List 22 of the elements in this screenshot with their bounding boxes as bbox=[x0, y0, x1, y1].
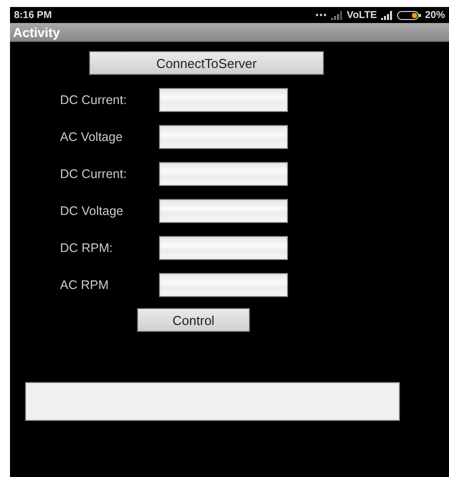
battery-percent: 20% bbox=[424, 10, 445, 20]
input-field[interactable] bbox=[159, 88, 288, 112]
field-label: DC Voltage bbox=[59, 204, 124, 218]
input-field[interactable] bbox=[159, 199, 288, 223]
control-button[interactable]: Control bbox=[137, 308, 250, 332]
signal-icon bbox=[380, 10, 393, 20]
field-label: AC RPM bbox=[59, 278, 110, 292]
input-field[interactable] bbox=[159, 236, 288, 260]
connect-button[interactable]: ConnectToServer bbox=[89, 51, 324, 75]
battery-icon bbox=[396, 10, 421, 20]
input-field[interactable] bbox=[159, 273, 288, 297]
field-label: AC Voltage bbox=[59, 130, 124, 144]
input-field[interactable] bbox=[159, 162, 288, 186]
field-label: DC Current: bbox=[59, 167, 128, 181]
activity-title: Activity bbox=[13, 24, 60, 40]
input-field[interactable] bbox=[159, 125, 288, 149]
more-dots-icon bbox=[314, 13, 327, 17]
field-label: DC RPM: bbox=[59, 241, 114, 255]
status-time: 8:16 PM bbox=[14, 10, 52, 20]
signal-icon bbox=[330, 10, 343, 20]
network-label: VoLTE bbox=[346, 10, 377, 20]
field-label: DC Current: bbox=[59, 93, 128, 107]
